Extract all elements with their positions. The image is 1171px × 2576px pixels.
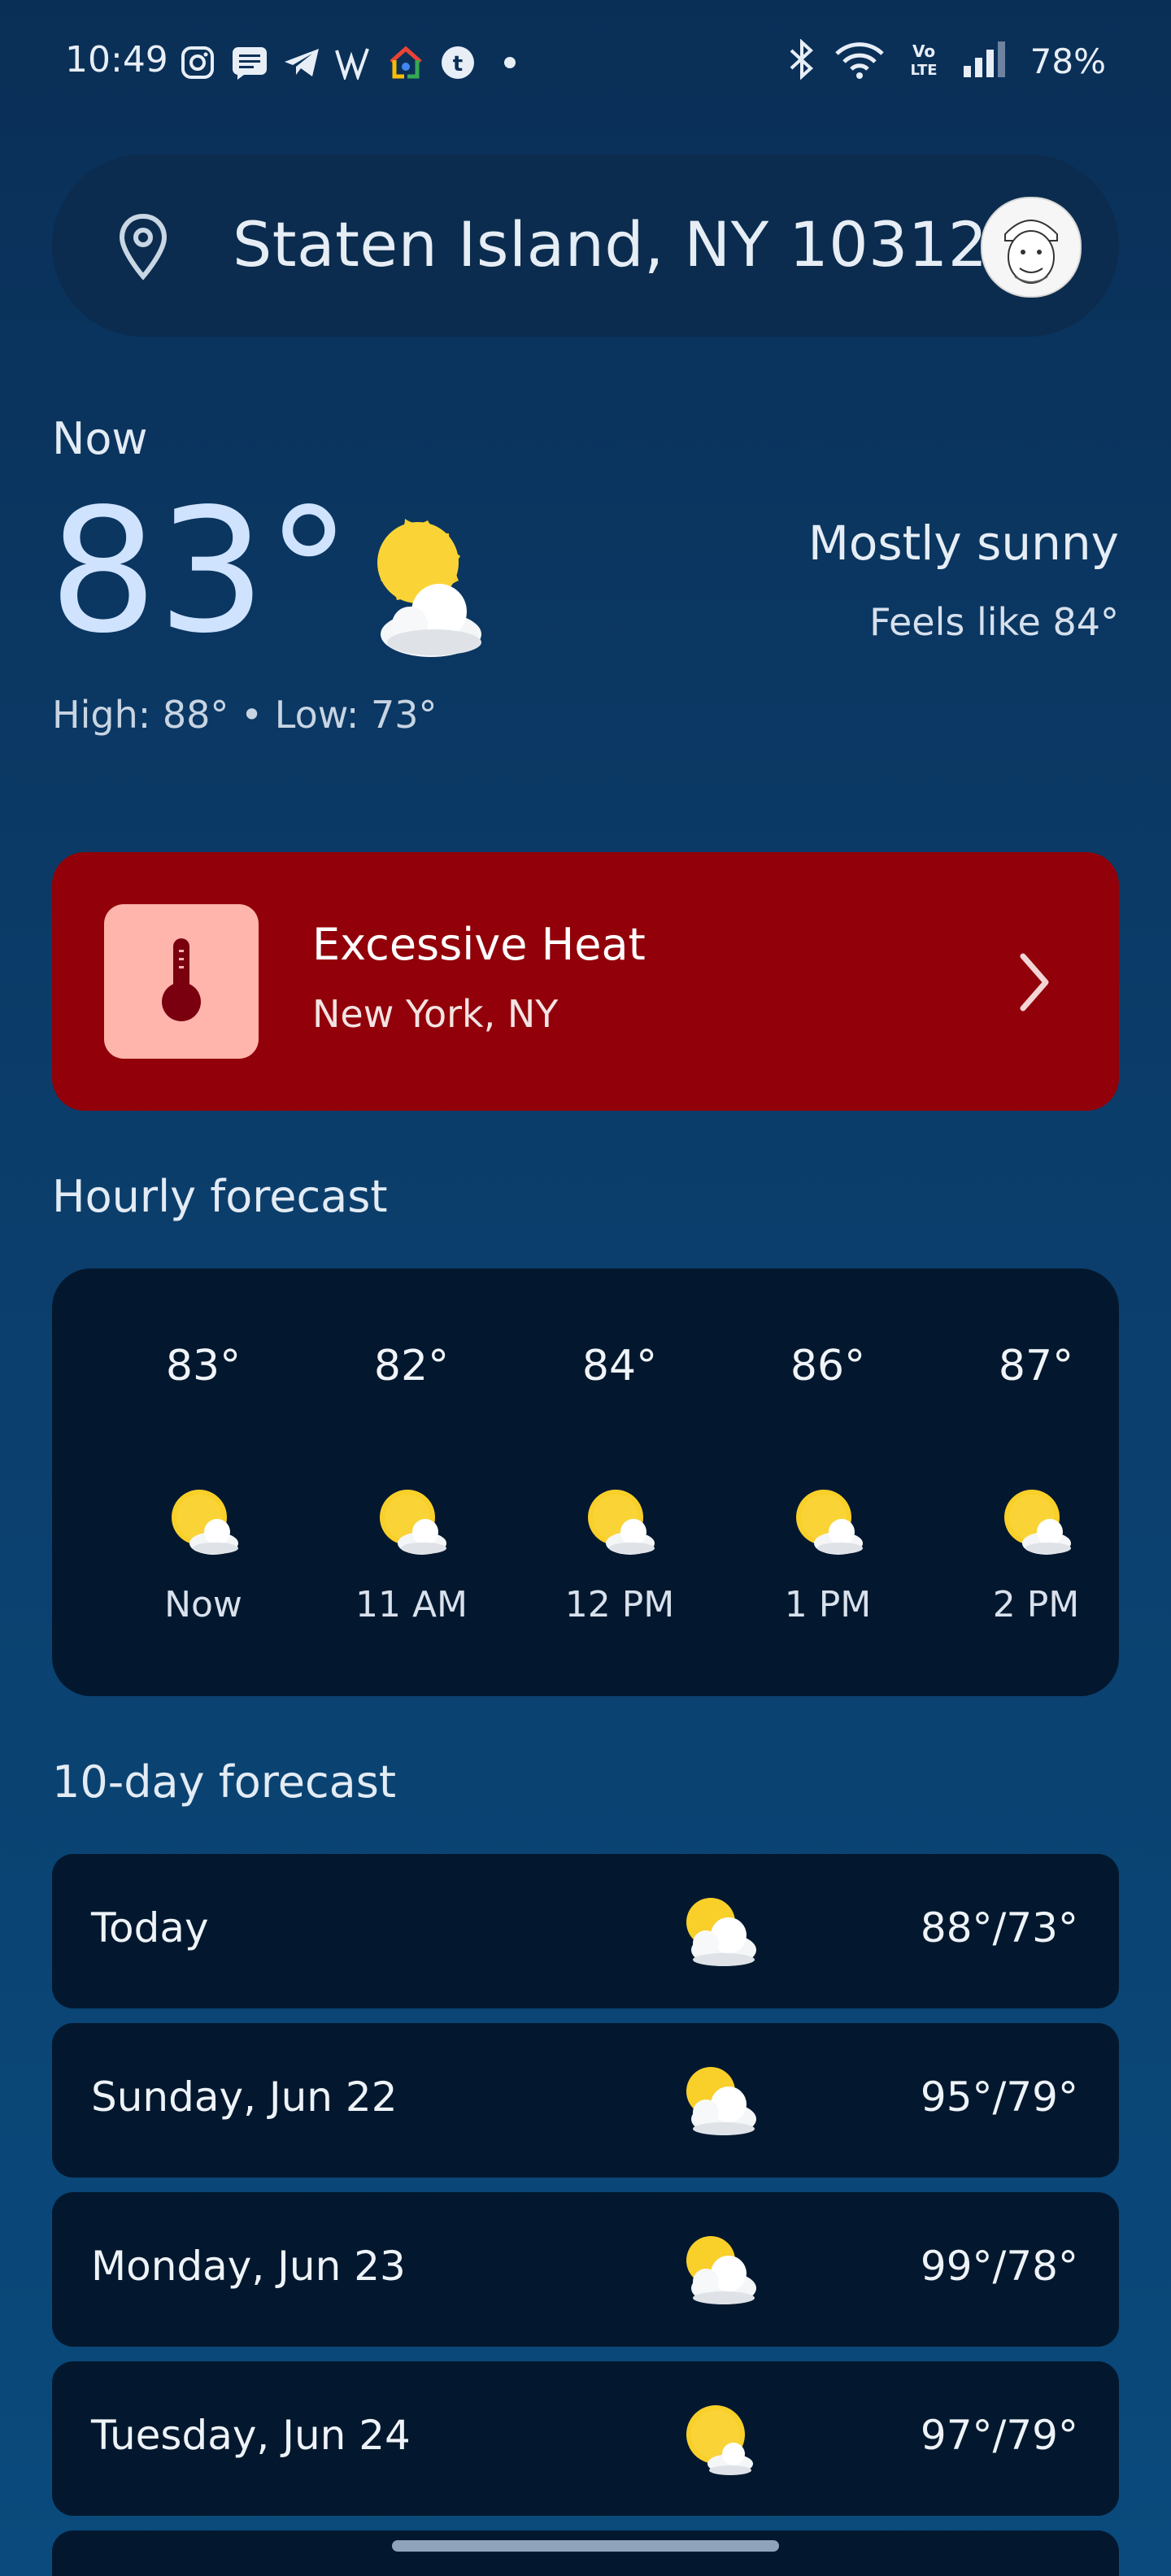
svg-text:LTE: LTE [910, 62, 937, 79]
partly-cloudy-icon [678, 2231, 760, 2311]
alert-location: New York, NY [312, 992, 559, 1036]
hourly-item[interactable]: 86° 1 PM [747, 1268, 909, 1696]
mostly-sunny-icon [335, 512, 490, 662]
hourly-temp: 82° [373, 1342, 450, 1390]
high-low: High: 88° • Low: 73° [52, 693, 437, 737]
instagram-icon [177, 42, 218, 83]
profile-avatar[interactable] [981, 197, 1082, 298]
thermometer-icon [157, 935, 206, 1028]
daily-temps: 97°/79° [920, 2412, 1078, 2459]
weather-alert-card[interactable]: Excessive Heat New York, NY [52, 852, 1119, 1111]
partly-cloudy-icon [678, 2062, 760, 2142]
hourly-time: 12 PM [564, 1584, 675, 1625]
hourly-item[interactable]: 82° 11 AM [330, 1268, 493, 1696]
hourly-forecast-title: Hourly forecast [52, 1171, 388, 1222]
daily-temps: 88°/73° [920, 1904, 1078, 1952]
current-condition: Mostly sunny [808, 516, 1119, 571]
alert-icon-box [104, 904, 259, 1059]
alert-title: Excessive Heat [312, 919, 646, 970]
tumblr-icon: t [437, 42, 478, 83]
hourly-temp: 84° [581, 1342, 658, 1390]
w-app-icon [333, 42, 374, 83]
hourly-temp: 83° [165, 1342, 242, 1390]
mostly-sunny-icon [375, 1488, 448, 1560]
google-home-icon [385, 42, 426, 83]
hourly-item[interactable]: 87° 2 PM [955, 1268, 1117, 1696]
mostly-sunny-icon [999, 1488, 1073, 1560]
location-pin-icon [117, 213, 169, 285]
home-indicator[interactable] [392, 2540, 779, 2552]
daily-row[interactable]: Sunday, Jun 22 95°/79° [52, 2023, 1119, 2178]
daily-forecast-title: 10-day forecast [52, 1756, 397, 1808]
daily-day: Monday, Jun 23 [91, 2243, 406, 2290]
hourly-time: 1 PM [784, 1584, 872, 1625]
daily-day: Today [91, 1904, 209, 1952]
daily-temps: 99°/78° [920, 2243, 1078, 2290]
mostly-sunny-icon [167, 1488, 240, 1560]
current-temperature: 83° [49, 472, 352, 671]
volte-icon: Vo LTE [903, 39, 944, 83]
wifi-icon [834, 39, 886, 83]
daily-day: Tuesday, Jun 24 [91, 2412, 411, 2459]
hourly-forecast-card[interactable]: 83° Now 82° 11 AM 84° 12 PM 86° 1 PM 87°… [52, 1268, 1119, 1696]
hourly-temp: 87° [998, 1342, 1074, 1390]
dot-icon [490, 42, 530, 83]
signal-icon [962, 40, 1012, 82]
status-time: 10:49 [65, 39, 168, 80]
mostly-sunny-icon [791, 1488, 864, 1560]
location-text: Staten Island, NY 10312 [233, 208, 988, 281]
status-bar: 10:49 t Vo LTE 78% [0, 0, 1171, 122]
svg-text:t: t [453, 52, 463, 76]
hourly-time: Now [164, 1584, 242, 1625]
mostly-sunny-icon [678, 2400, 760, 2480]
bluetooth-icon [788, 38, 816, 83]
notification-icons: t [177, 42, 530, 83]
now-label: Now [52, 413, 148, 464]
hourly-item[interactable]: 83° Now [122, 1268, 285, 1696]
hourly-time: 11 AM [355, 1584, 468, 1625]
system-icons: Vo LTE 78% [788, 38, 1106, 83]
hourly-time: 2 PM [992, 1584, 1080, 1625]
location-search-bar[interactable]: Staten Island, NY 10312 [52, 154, 1119, 337]
hourly-temp: 86° [790, 1342, 866, 1390]
mostly-sunny-icon [583, 1488, 656, 1560]
daily-row[interactable]: Today 88°/73° [52, 1854, 1119, 2008]
partly-cloudy-icon [678, 1893, 760, 1973]
feels-like: Feels like 84° [869, 600, 1119, 644]
telegram-icon [281, 42, 322, 83]
chevron-right-icon [1016, 950, 1052, 1018]
daily-row[interactable]: Monday, Jun 23 99°/78° [52, 2192, 1119, 2347]
messages-icon [229, 42, 270, 83]
battery-level: 78% [1030, 41, 1106, 81]
hourly-item[interactable]: 84° 12 PM [538, 1268, 701, 1696]
daily-row-partial[interactable] [52, 2530, 1119, 2576]
svg-text:Vo: Vo [912, 41, 935, 61]
daily-day: Sunday, Jun 22 [91, 2073, 398, 2121]
daily-row[interactable]: Tuesday, Jun 24 97°/79° [52, 2361, 1119, 2516]
daily-temps: 95°/79° [920, 2073, 1078, 2121]
